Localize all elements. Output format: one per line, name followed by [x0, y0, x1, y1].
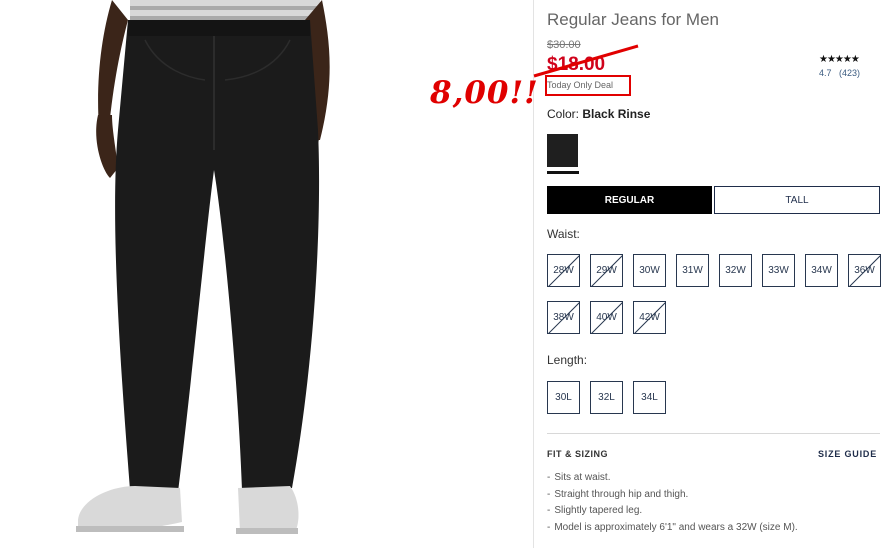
length-size-30l-button[interactable]: 30L [547, 381, 580, 414]
waist-size-42w-button[interactable]: 42W [633, 301, 666, 334]
waist-size-30w-button[interactable]: 30W [633, 254, 666, 287]
waist-size-28w-button[interactable]: 28W [547, 254, 580, 287]
color-name: Black Rinse [582, 107, 651, 121]
waist-size-33w-button[interactable]: 33W [762, 254, 795, 287]
fit-sizing-list: - Sits at waist. - Straight through hip and… [547, 472, 798, 538]
fit-sizing-heading: FIT & SIZING [547, 449, 608, 459]
waist-size-34w-button[interactable]: 34W [805, 254, 838, 287]
waist-size-38w-button[interactable]: 38W [547, 301, 580, 334]
waist-size-36w-button[interactable]: 36W [848, 254, 881, 287]
product-title: Regular Jeans for Men [547, 10, 719, 29]
rating-summary[interactable]: 4.7 (423) [819, 68, 860, 78]
fit-sizing-bullet: - Straight through hip and thigh. [547, 488, 689, 500]
length-size-32l-button[interactable]: 32L [590, 381, 623, 414]
color-swatch-black-rinse[interactable] [547, 134, 578, 167]
waist-size-32w-button[interactable]: 32W [719, 254, 752, 287]
color-label: Color: Black Rinse [547, 107, 650, 121]
rating-value: 4.7 [819, 68, 832, 78]
section-divider [547, 433, 880, 434]
price-strike-annotation [533, 44, 639, 78]
length-label: Length: [547, 353, 588, 367]
swatch-selected-indicator [547, 171, 579, 174]
length-size-34l-button[interactable]: 34L [633, 381, 666, 414]
deal-highlight-box [545, 75, 631, 96]
fit-sizing-bullet: - Sits at waist. [547, 472, 611, 483]
fit-regular-button[interactable]: REGULAR [547, 186, 712, 214]
color-label-text: Color: [547, 107, 580, 121]
waist-size-40w-button[interactable]: 40W [590, 301, 623, 334]
fit-sizing-bullet: - Model is approximately 6'1" and wears a… [547, 521, 798, 533]
review-count: (423) [839, 68, 861, 78]
star-rating-icon[interactable]: ★★★★★ [819, 54, 860, 65]
waist-size-29w-button[interactable]: 29W [590, 254, 623, 287]
waist-size-31w-button[interactable]: 31W [676, 254, 709, 287]
waist-label: Waist: [547, 227, 580, 241]
fit-tall-button[interactable]: TALL [714, 186, 880, 214]
fit-sizing-bullet: - Slightly tapered leg. [547, 505, 643, 516]
price-annotation: 8,00!! [430, 75, 539, 111]
size-guide-link[interactable]: SIZE GUIDE [818, 449, 877, 459]
